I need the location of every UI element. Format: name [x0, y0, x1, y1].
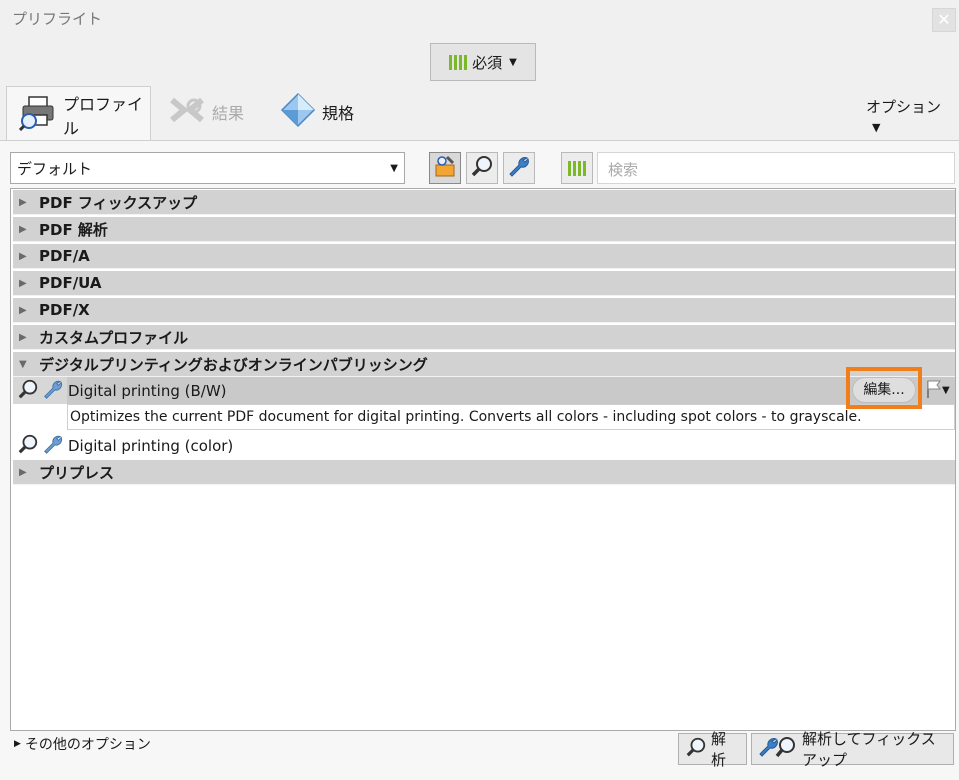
tab-standards-label: 規格 [322, 104, 355, 123]
triangle-right-icon: ▶ [19, 250, 27, 262]
group-pdf-fixups[interactable]: ▶ PDF フィックスアップ [13, 190, 955, 215]
tab-results-label: 結果 [212, 104, 245, 123]
bars-icon [449, 54, 468, 70]
analyze-button[interactable]: 解析 [678, 730, 747, 769]
printer-magnifier-icon [18, 95, 57, 135]
bars-icon [568, 160, 586, 176]
show-all-profiles-button[interactable] [429, 152, 461, 184]
search-placeholder: 検索 [608, 161, 639, 179]
magnifier-icon [470, 154, 494, 182]
wrench-icon [41, 433, 65, 459]
wrench-icon [41, 378, 65, 404]
more-options-toggle[interactable]: ▶ その他のオプション [14, 734, 151, 754]
chevron-down-icon: ▼ [509, 56, 517, 68]
more-options-label: その他のオプション [24, 737, 151, 753]
triangle-right-icon: ▶ [19, 331, 27, 343]
profile-filter-select[interactable]: デフォルト ▼ [10, 152, 405, 184]
group-label: デジタルプリンティングおよびオンラインパブリッシング [39, 355, 428, 374]
options-menu[interactable]: オプション ▼ [866, 96, 959, 135]
fixup-profiles-filter-button[interactable] [503, 152, 535, 184]
flag-menu-button[interactable]: ▼ [926, 378, 954, 402]
tab-profile[interactable]: プロファイル [6, 86, 151, 142]
group-label: PDF 解析 [39, 220, 108, 239]
triangle-right-icon: ▶ [19, 277, 27, 289]
required-filter-button[interactable] [561, 152, 593, 184]
group-pdf-a[interactable]: ▶ PDF/A [13, 244, 955, 269]
profile-item-label: Digital printing (color) [68, 436, 234, 455]
triangle-right-icon: ▶ [14, 739, 21, 749]
group-label: プリプレス [39, 463, 115, 482]
highlight-annotation [846, 367, 922, 409]
profile-item-label: Digital printing (B/W) [68, 381, 227, 400]
required-label: 必須 [472, 53, 503, 72]
triangle-right-icon: ▶ [19, 196, 27, 208]
analyze-profiles-filter-button[interactable] [466, 152, 498, 184]
results-icon [168, 94, 206, 130]
chevron-down-icon: ▼ [390, 162, 398, 174]
flag-icon [926, 379, 942, 402]
magnifier-icon [685, 736, 707, 762]
chevron-down-icon: ▼ [872, 121, 881, 134]
chevron-down-icon: ▼ [942, 384, 950, 396]
profile-item-digital-printing-bw[interactable]: Digital printing (B/W) [13, 377, 955, 404]
group-pdf-ua[interactable]: ▶ PDF/UA [13, 271, 955, 296]
analyze-fix-label: 解析してフィックスアップ [802, 730, 936, 769]
window-title: プリフライト [12, 10, 103, 28]
profile-item-digital-printing-color[interactable]: Digital printing (color) [13, 432, 955, 459]
profile-list: ▶ PDF フィックスアップ ▶ PDF 解析 ▶ PDF/A ▶ PDF/UA… [10, 188, 956, 731]
analyze-and-fix-button[interactable]: 解析してフィックスアップ [751, 730, 954, 769]
triangle-down-icon: ▼ [19, 358, 27, 370]
group-label: PDF/A [39, 247, 90, 265]
wrench-icon [507, 154, 531, 182]
triangle-right-icon: ▶ [19, 466, 27, 478]
group-label: PDF フィックスアップ [39, 193, 198, 212]
magnifier-icon [17, 433, 39, 459]
diamond-icon [280, 92, 316, 132]
group-label: PDF/UA [39, 274, 102, 292]
tools-box-icon [433, 154, 457, 182]
tab-profile-label: プロファイル [63, 94, 144, 138]
close-icon: ✕ [937, 10, 951, 29]
tab-standards[interactable]: 規格 [280, 84, 354, 140]
group-pdf-analysis[interactable]: ▶ PDF 解析 [13, 217, 955, 242]
search-input[interactable]: 検索 [597, 152, 955, 184]
group-label: PDF/X [39, 301, 90, 319]
profile-item-description: Optimizes the current PDF document for d… [67, 404, 955, 430]
wrench-magnifier-icon [758, 735, 798, 763]
tab-results[interactable]: 結果 [168, 84, 244, 140]
triangle-right-icon: ▶ [19, 223, 27, 235]
required-dropdown-button[interactable]: 必須 ▼ [430, 43, 536, 81]
group-pdf-x[interactable]: ▶ PDF/X [13, 298, 955, 323]
profile-description-text: Optimizes the current PDF document for d… [70, 409, 862, 425]
group-label: カスタムプロファイル [39, 328, 189, 347]
triangle-right-icon: ▶ [19, 304, 27, 316]
analyze-label: 解析 [711, 730, 727, 769]
group-custom-profiles[interactable]: ▶ カスタムプロファイル [13, 325, 955, 350]
group-digital-printing[interactable]: ▼ デジタルプリンティングおよびオンラインパブリッシング [13, 352, 955, 377]
title-bar: プリフライト ✕ [0, 0, 959, 36]
group-prepress[interactable]: ▶ プリプレス [13, 460, 955, 485]
magnifier-icon [17, 378, 39, 404]
profile-filter-value: デフォルト [17, 159, 93, 178]
close-button[interactable]: ✕ [932, 8, 956, 32]
options-label: オプション [866, 98, 942, 116]
